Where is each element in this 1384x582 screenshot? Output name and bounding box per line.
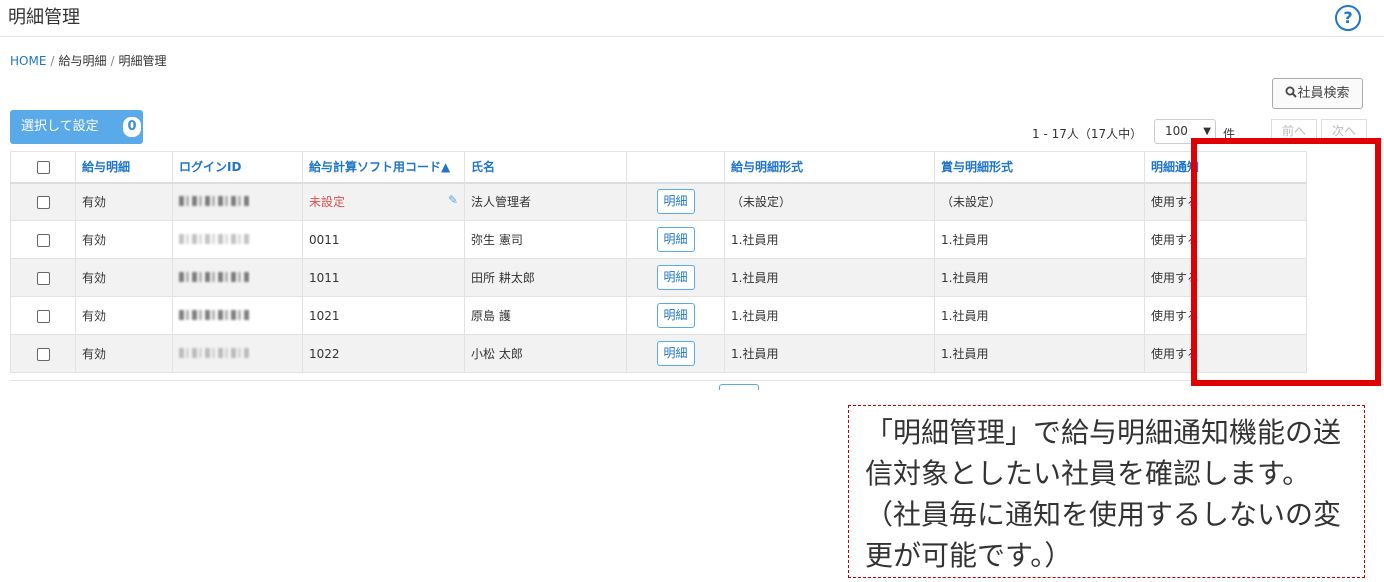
login-id-cell <box>172 182 303 221</box>
login-id-cell <box>172 334 303 373</box>
column-header[interactable]: 給与明細 <box>75 151 173 184</box>
detail-cell: 明細 <box>626 258 725 297</box>
row-checkbox-cell <box>10 182 76 221</box>
detail-cell: 明細 <box>626 220 725 259</box>
salary-format-cell: 1.社員用 <box>724 258 935 297</box>
code-cell: 0011 <box>302 220 465 259</box>
bonus-format-cell: 1.社員用 <box>934 334 1145 373</box>
name-cell: 小松 太郎 <box>464 334 627 373</box>
breadcrumb-current: 明細管理 <box>118 54 167 68</box>
column-header[interactable]: 氏名 <box>464 151 627 184</box>
select-and-set-button[interactable]: 選択して設定 0 <box>10 110 143 144</box>
name-cell: 田所 耕太郎 <box>464 258 627 297</box>
login-id-cell <box>172 220 303 259</box>
breadcrumb: HOME / 給与明細 / 明細管理 <box>10 52 167 69</box>
code-cell: 1021 <box>302 296 465 335</box>
row-checkbox-cell <box>10 334 76 373</box>
column-header[interactable]: 賞与明細形式 <box>934 151 1145 184</box>
detail-cell: 明細 <box>626 182 725 221</box>
status-cell: 有効 <box>75 334 173 373</box>
status-cell: 有効 <box>75 296 173 335</box>
name-cell: 原島 護 <box>464 296 627 335</box>
login-id-redacted <box>179 309 251 320</box>
code-cell: 未設定 ✎ <box>302 182 465 221</box>
detail-button-partial[interactable] <box>719 384 759 390</box>
row-checkbox-cell <box>10 258 76 297</box>
row-checkbox[interactable] <box>36 347 50 361</box>
column-header <box>626 151 725 184</box>
row-checkbox-cell <box>10 220 76 259</box>
page-title: 明細管理 <box>8 7 80 28</box>
row-checkbox[interactable] <box>36 309 50 323</box>
notify-column-highlight <box>1191 138 1381 386</box>
bonus-format-cell: 1.社員用 <box>934 258 1145 297</box>
table-clip <box>0 380 1384 390</box>
login-id-redacted <box>179 233 251 244</box>
employee-search-button[interactable]: 社員検索 <box>1272 78 1363 109</box>
detail-cell: 明細 <box>626 334 725 373</box>
result-range: 1 - 17人（17人中） <box>1032 127 1143 141</box>
code-cell: 1022 <box>302 334 465 373</box>
detail-button[interactable]: 明細 <box>656 227 695 252</box>
select-all-checkbox[interactable] <box>36 160 50 174</box>
row-checkbox[interactable] <box>36 271 50 285</box>
code-cell: 1011 <box>302 258 465 297</box>
selected-count-badge: 0 <box>123 117 141 137</box>
per-page-value: 100 <box>1165 124 1188 138</box>
name-cell: 弥生 憲司 <box>464 220 627 259</box>
row-checkbox[interactable] <box>36 195 50 209</box>
breadcrumb-salary[interactable]: 給与明細 <box>58 54 106 68</box>
status-cell: 有効 <box>75 258 173 297</box>
detail-button[interactable]: 明細 <box>656 189 695 215</box>
status-cell: 有効 <box>75 182 173 221</box>
select-all-cell <box>10 151 76 184</box>
divider <box>10 380 1370 381</box>
breadcrumb-separator: / <box>50 54 55 68</box>
status-cell: 有効 <box>75 220 173 259</box>
row-checkbox[interactable] <box>36 233 50 247</box>
column-header[interactable]: ログインID <box>172 151 303 184</box>
table-row: 有効 未設定 ✎ 法人管理者 明細 （未設定） （未設定） 使用する <box>10 182 1307 221</box>
name-cell: 法人管理者 <box>464 182 627 221</box>
detail-button[interactable]: 明細 <box>656 303 695 328</box>
salary-format-cell: （未設定） <box>724 182 935 221</box>
detail-button[interactable]: 明細 <box>656 265 695 290</box>
row-checkbox-cell <box>10 296 76 335</box>
login-id-redacted <box>179 347 251 358</box>
bonus-format-cell: 1.社員用 <box>934 220 1145 259</box>
table-row: 有効 1022 小松 太郎 明細 1.社員用 1.社員用 使用する <box>10 334 1307 373</box>
bonus-format-cell: （未設定） <box>934 182 1145 221</box>
table-row: 有効 1011 田所 耕太郎 明細 1.社員用 1.社員用 使用する <box>10 258 1307 297</box>
login-id-cell <box>172 258 303 297</box>
table-row: 有効 0011 弥生 憲司 明細 1.社員用 1.社員用 使用する <box>10 220 1307 259</box>
annotation-callout: 「明細管理」で給与明細通知機能の送信対象としたい社員を確認します。（社員毎に通知… <box>848 405 1365 578</box>
salary-format-cell: 1.社員用 <box>724 296 935 335</box>
pencil-icon[interactable]: ✎ <box>448 193 458 207</box>
login-id-redacted <box>179 195 251 206</box>
table-header-row: 給与明細 ログインID 給与計算ソフト用コード▲ 氏名 給与明細形式 賞与明細形… <box>10 151 1307 184</box>
detail-cell: 明細 <box>626 296 725 335</box>
code-value: 未設定 <box>309 195 346 210</box>
employee-search-label: 社員検索 <box>1297 86 1350 101</box>
login-id-redacted <box>179 271 251 282</box>
breadcrumb-separator: / <box>110 54 115 68</box>
salary-format-cell: 1.社員用 <box>724 220 935 259</box>
help-icon[interactable]: ? <box>1335 5 1361 31</box>
search-icon <box>1285 86 1298 98</box>
column-header[interactable]: 給与明細形式 <box>724 151 935 184</box>
employee-table: 給与明細 ログインID 給与計算ソフト用コード▲ 氏名 給与明細形式 賞与明細形… <box>10 151 1307 373</box>
select-and-set-label: 選択して設定 <box>21 119 99 134</box>
breadcrumb-home[interactable]: HOME <box>10 54 46 68</box>
title-bar: 明細管理 ? <box>0 0 1384 37</box>
login-id-cell <box>172 296 303 335</box>
table-row: 有効 1021 原島 護 明細 1.社員用 1.社員用 使用する <box>10 296 1307 335</box>
detail-button[interactable]: 明細 <box>656 341 695 366</box>
salary-format-cell: 1.社員用 <box>724 334 935 373</box>
bonus-format-cell: 1.社員用 <box>934 296 1145 335</box>
column-header[interactable]: 給与計算ソフト用コード▲ <box>302 151 465 184</box>
